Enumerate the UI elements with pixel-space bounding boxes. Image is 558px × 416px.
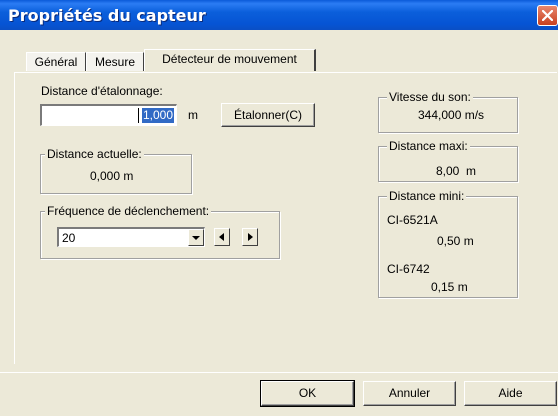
cancel-button-label: Annuler: [388, 386, 431, 400]
trigger-frequency-select[interactable]: 20: [57, 227, 205, 247]
calibrate-button[interactable]: Étalonner(C): [221, 103, 315, 127]
sound-speed-value: 344,000 m/s: [418, 108, 485, 122]
calibrate-button-label: Étalonner(C): [233, 108, 303, 122]
triangle-right-icon: [248, 233, 253, 241]
sound-speed-title: Vitesse du son:: [387, 90, 473, 104]
chevron-down-icon: [192, 236, 200, 240]
tab-measure[interactable]: Mesure: [86, 52, 144, 71]
tab-general[interactable]: Général: [26, 52, 86, 71]
title-bar[interactable]: Propriétés du capteur: [0, 0, 558, 30]
ok-button-label: OK: [298, 386, 317, 400]
calibration-distance-input[interactable]: 1,000: [40, 104, 177, 126]
close-button[interactable]: [537, 5, 558, 26]
footer-separator: [0, 372, 558, 373]
min-distance-title: Distance mini:: [387, 189, 467, 203]
tab-label: Détecteur de mouvement: [162, 52, 297, 66]
calibration-distance-label: Distance d'étalonnage:: [41, 84, 163, 98]
sensor-name: CI-6742: [387, 262, 430, 276]
dropdown-button[interactable]: [188, 229, 204, 246]
tab-label: Général: [34, 55, 78, 69]
calibration-unit: m: [188, 108, 198, 122]
trigger-frequency-selected: 20: [62, 231, 76, 245]
sensor-name: CI-6521A: [387, 213, 438, 227]
max-distance-title: Distance maxi:: [387, 139, 470, 153]
trigger-frequency-title: Fréquence de déclenchement:: [45, 204, 212, 218]
ok-button[interactable]: OK: [260, 380, 355, 407]
help-button-label: Aide: [498, 386, 523, 400]
window-title: Propriétés du capteur: [8, 6, 206, 25]
text-caret: [138, 108, 139, 123]
frequency-increase-button[interactable]: [242, 228, 258, 246]
help-button[interactable]: Aide: [464, 381, 557, 406]
sensor-min-distance: 0,50 m: [437, 234, 474, 248]
max-distance-value: 8,00 m: [436, 164, 477, 178]
triangle-left-icon: [219, 233, 224, 241]
frequency-decrease-button[interactable]: [214, 228, 230, 246]
close-icon: [542, 10, 553, 21]
calibration-distance-value: 1,000: [141, 108, 174, 123]
tab-motion-detector[interactable]: Détecteur de mouvement: [144, 49, 316, 71]
cancel-button[interactable]: Annuler: [363, 381, 456, 406]
tab-label: Mesure: [94, 55, 135, 69]
current-distance-title: Distance actuelle:: [45, 147, 144, 161]
sensor-min-distance: 0,15 m: [431, 280, 468, 294]
properties-dialog: Propriétés du capteur Général Mesure Dét…: [0, 0, 558, 416]
current-distance-value: 0,000 m: [90, 169, 134, 183]
